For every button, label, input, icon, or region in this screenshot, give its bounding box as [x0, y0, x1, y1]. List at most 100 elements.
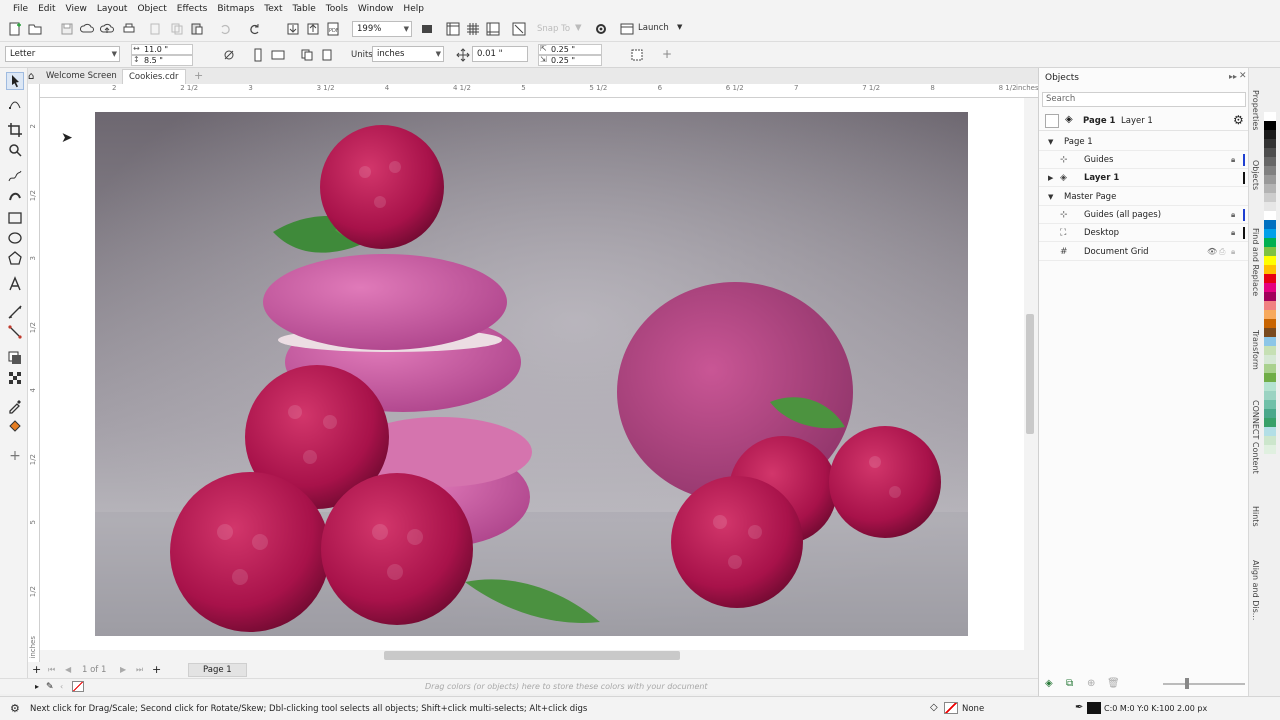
status-settings-gear-icon[interactable]: ⚙	[10, 702, 20, 715]
color-swatch[interactable]	[1264, 256, 1276, 265]
page-size-combo[interactable]: Letter ▼	[5, 46, 120, 62]
guidelines-icon[interactable]	[486, 22, 500, 36]
connector-tool-icon[interactable]	[7, 324, 23, 340]
new-document-icon[interactable]	[8, 22, 22, 36]
outline-color-swatch[interactable]	[1087, 702, 1101, 714]
drawing-canvas[interactable]: ➤	[40, 98, 1024, 650]
zoom-tool-icon[interactable]	[7, 142, 23, 158]
freehand-tool-icon[interactable]	[7, 168, 23, 184]
color-swatch[interactable]	[1264, 265, 1276, 274]
color-swatch[interactable]	[1264, 301, 1276, 310]
undo-icon[interactable]	[218, 22, 232, 36]
palette-back-icon[interactable]: ‹	[60, 682, 63, 691]
tree-row-guides[interactable]: ⊹ Guides 🔒︎	[1039, 151, 1249, 169]
tree-row-layer-1[interactable]: ▶ ◈ Layer 1	[1039, 169, 1249, 187]
document-palette[interactable]: ▸ ✎ ‹ Drag colors (or objects) here to s…	[0, 678, 1040, 694]
color-swatch[interactable]	[1264, 202, 1276, 211]
launch-icon[interactable]	[620, 22, 634, 36]
tree-row-document-grid[interactable]: # Document Grid 👁︎ ⎙ 🔒︎	[1039, 243, 1249, 261]
cloud-download-icon[interactable]	[80, 22, 94, 36]
new-tab-icon[interactable]: +	[194, 69, 203, 82]
save-icon[interactable]	[60, 22, 74, 36]
docker-settings-gear-icon[interactable]: ⚙	[1233, 113, 1244, 127]
grid-icon[interactable]	[466, 22, 480, 36]
color-swatch[interactable]	[1264, 211, 1276, 220]
tree-row-desktop[interactable]: ⛶ Desktop 🔒︎	[1039, 224, 1249, 242]
pdf-icon[interactable]: PDF	[326, 22, 340, 36]
color-swatch[interactable]	[1264, 283, 1276, 292]
previous-page-icon[interactable]: ◀	[65, 665, 71, 674]
transparency-tool-icon[interactable]	[7, 370, 23, 386]
page-tab-page-1[interactable]: Page 1	[188, 663, 247, 677]
color-swatch[interactable]	[1264, 292, 1276, 301]
menu-window[interactable]: Window	[353, 4, 399, 14]
menu-edit[interactable]: Edit	[33, 4, 60, 14]
shape-tool-icon[interactable]	[7, 96, 23, 112]
portrait-icon[interactable]	[251, 48, 265, 62]
docker-tab-find-and-replace[interactable]: Find and Replace	[1251, 228, 1260, 296]
close-icon[interactable]: ✕	[1239, 71, 1247, 81]
horizontal-ruler[interactable]: 2 2 1/2 3 3 1/2 4 4 1/2 5 5 1/2 6 6 1/2 7 7 1/2 8 8 1…	[40, 84, 1071, 98]
color-swatch[interactable]	[1264, 157, 1276, 166]
export-icon[interactable]	[306, 22, 320, 36]
next-page-icon[interactable]: ▶	[120, 665, 126, 674]
print-icon[interactable]: ⎙	[1219, 243, 1225, 261]
color-swatch[interactable]	[1264, 148, 1276, 157]
tree-row-guides-all-pages[interactable]: ⊹ Guides (all pages) 🔒︎	[1039, 206, 1249, 224]
color-swatch[interactable]	[1264, 175, 1276, 184]
color-swatch[interactable]	[1264, 364, 1276, 373]
new-master-layer-icon[interactable]: ⊕	[1087, 678, 1095, 689]
color-swatch[interactable]	[1264, 274, 1276, 283]
rectangle-tool-icon[interactable]	[7, 210, 23, 226]
menu-layout[interactable]: Layout	[92, 4, 133, 14]
color-swatch[interactable]	[1264, 247, 1276, 256]
drop-shadow-tool-icon[interactable]	[7, 350, 23, 366]
color-swatch[interactable]	[1264, 238, 1276, 247]
docker-expand-icon[interactable]: ▸▸	[1229, 72, 1237, 81]
lock-icon[interactable]: 🔒︎	[1231, 151, 1235, 169]
layer-manager-icon[interactable]: ◈	[1045, 678, 1053, 689]
page-width-field[interactable]: ↔ 11.0 "	[131, 44, 193, 55]
zoom-level-combo[interactable]: 199% ▼	[352, 21, 412, 37]
menu-object[interactable]: Object	[132, 4, 171, 14]
color-swatch[interactable]	[1264, 319, 1276, 328]
fill-color-swatch[interactable]	[944, 702, 958, 714]
objects-search-input[interactable]: Search	[1042, 92, 1246, 107]
docker-tab-objects[interactable]: Objects	[1251, 160, 1260, 190]
tree-row-page-1[interactable]: ▼ Page 1	[1039, 133, 1249, 151]
color-swatch[interactable]	[1264, 355, 1276, 364]
launch-dropdown[interactable]: Launch	[638, 23, 669, 33]
full-screen-icon[interactable]	[420, 22, 434, 36]
color-swatch[interactable]	[1264, 229, 1276, 238]
color-swatch[interactable]	[1264, 121, 1276, 130]
lock-icon[interactable]: 🔒︎	[1231, 224, 1235, 242]
cloud-upload-icon[interactable]	[100, 22, 114, 36]
page-frame-icon[interactable]	[630, 48, 644, 62]
outline-pen-icon[interactable]: ✒	[1075, 702, 1083, 713]
last-page-icon[interactable]: ⏭	[136, 665, 143, 675]
polygon-tool-icon[interactable]	[7, 250, 23, 266]
all-pages-icon[interactable]	[300, 48, 314, 62]
color-swatch[interactable]	[1264, 391, 1276, 400]
expand-icon[interactable]: ▶	[1048, 169, 1053, 187]
horizontal-scroll-thumb[interactable]	[384, 651, 680, 660]
color-swatch[interactable]	[1264, 337, 1276, 346]
text-tool-icon[interactable]	[7, 276, 23, 292]
landscape-icon[interactable]	[271, 48, 285, 62]
new-layer-icon[interactable]: ⧉	[1066, 678, 1073, 689]
print-icon[interactable]	[122, 22, 136, 36]
snap-off-icon[interactable]	[512, 22, 526, 36]
docker-tab-transform[interactable]: Transform	[1251, 330, 1260, 370]
color-swatch[interactable]	[1264, 166, 1276, 175]
cut-icon[interactable]	[148, 22, 162, 36]
rulers-icon[interactable]	[446, 22, 460, 36]
menu-effects[interactable]: Effects	[172, 4, 213, 14]
lock-icon[interactable]: 🔒︎	[1231, 206, 1235, 224]
tab-welcome-screen[interactable]: Welcome Screen	[40, 69, 123, 84]
macarons-raspberries-photo[interactable]	[95, 112, 968, 636]
color-swatch[interactable]	[1264, 184, 1276, 193]
first-page-icon[interactable]: ⏮	[48, 665, 55, 675]
add-property-icon[interactable]: +	[662, 47, 672, 61]
menu-table[interactable]: Table	[287, 4, 320, 14]
parallel-dimension-tool-icon[interactable]	[7, 304, 23, 320]
